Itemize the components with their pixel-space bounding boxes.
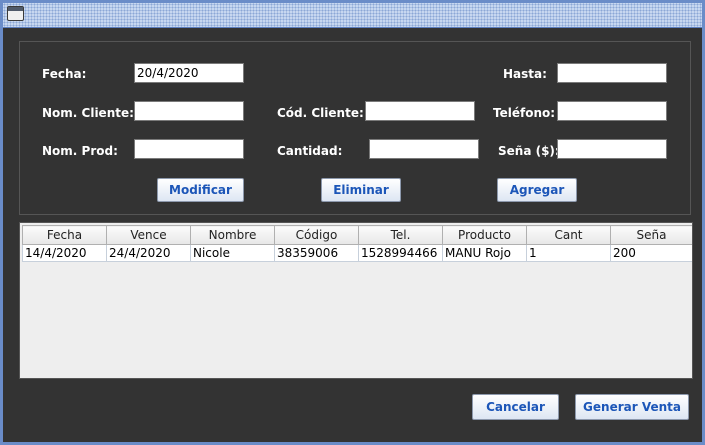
nom-prod-field[interactable] bbox=[134, 139, 244, 159]
column-header-nombre[interactable]: Nombre bbox=[190, 225, 275, 245]
cell-vence[interactable]: 24/4/2020 bbox=[106, 244, 191, 262]
column-header-vence[interactable]: Vence bbox=[106, 225, 191, 245]
cell-cant[interactable]: 1 bbox=[526, 244, 611, 262]
cancelar-button[interactable]: Cancelar bbox=[472, 394, 559, 420]
cell-fecha[interactable]: 14/4/2020 bbox=[22, 244, 107, 262]
sena-field[interactable] bbox=[557, 139, 667, 159]
ventas-table: Fecha Vence Nombre Código Tel. Producto … bbox=[22, 225, 692, 262]
hasta-field[interactable] bbox=[557, 63, 667, 83]
generar-venta-button[interactable]: Generar Venta bbox=[575, 394, 689, 420]
column-header-codigo[interactable]: Código bbox=[274, 225, 359, 245]
window-icon bbox=[7, 6, 24, 21]
agregar-button[interactable]: Agregar bbox=[497, 178, 577, 202]
hasta-label: Hasta: bbox=[503, 67, 547, 81]
nom-cliente-label: Nom. Cliente: bbox=[42, 106, 134, 120]
title-bar[interactable] bbox=[3, 3, 702, 28]
form-panel: Fecha: Hasta: Nom. Cliente: Cód. Cliente… bbox=[19, 41, 691, 215]
fecha-field[interactable] bbox=[134, 63, 244, 83]
cantidad-label: Cantidad: bbox=[277, 144, 343, 158]
cod-cliente-label: Cód. Cliente: bbox=[277, 106, 364, 120]
telefono-field[interactable] bbox=[557, 101, 667, 121]
cell-nombre[interactable]: Nicole bbox=[190, 244, 275, 262]
table-row[interactable]: 14/4/2020 24/4/2020 Nicole 38359006 1528… bbox=[22, 244, 692, 262]
column-header-cant[interactable]: Cant bbox=[526, 225, 611, 245]
cantidad-field[interactable] bbox=[369, 139, 479, 159]
column-header-producto[interactable]: Producto bbox=[442, 225, 527, 245]
cell-sena[interactable]: 200 bbox=[610, 244, 692, 262]
nom-cliente-field[interactable] bbox=[134, 101, 244, 121]
cell-codigo[interactable]: 38359006 bbox=[274, 244, 359, 262]
column-header-fecha[interactable]: Fecha bbox=[22, 225, 107, 245]
table-header-row: Fecha Vence Nombre Código Tel. Producto … bbox=[22, 225, 692, 245]
nom-prod-label: Nom. Prod: bbox=[42, 144, 118, 158]
eliminar-button[interactable]: Eliminar bbox=[321, 178, 401, 202]
cod-cliente-field[interactable] bbox=[365, 101, 475, 121]
ventas-table-panel[interactable]: Fecha Vence Nombre Código Tel. Producto … bbox=[19, 222, 693, 379]
cell-tel[interactable]: 1528994466 bbox=[358, 244, 443, 262]
column-header-sena[interactable]: Seña bbox=[610, 225, 692, 245]
main-window: Fecha: Hasta: Nom. Cliente: Cód. Cliente… bbox=[0, 0, 705, 445]
cell-producto[interactable]: MANU Rojo bbox=[442, 244, 527, 262]
telefono-label: Teléfono: bbox=[493, 106, 556, 120]
column-header-tel[interactable]: Tel. bbox=[358, 225, 443, 245]
sena-label: Seña ($): bbox=[498, 144, 560, 158]
fecha-label: Fecha: bbox=[42, 67, 87, 81]
modificar-button[interactable]: Modificar bbox=[157, 178, 244, 202]
